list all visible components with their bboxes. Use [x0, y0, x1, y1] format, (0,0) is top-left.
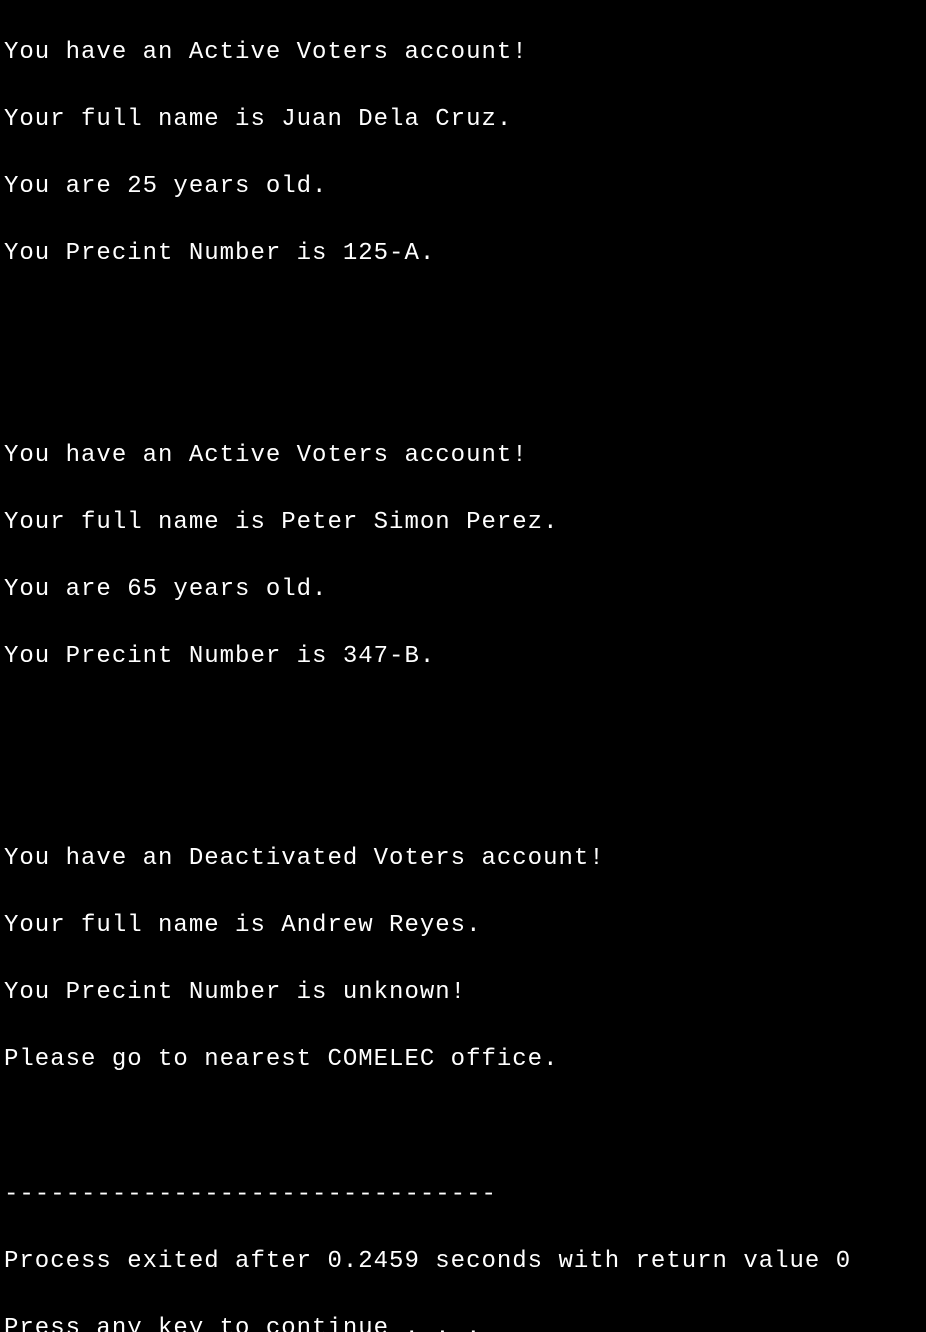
output-line: Your full name is Juan Dela Cruz.	[4, 103, 922, 137]
output-line: You Precint Number is unknown!	[4, 976, 922, 1010]
output-line: You have an Active Voters account!	[4, 439, 922, 473]
blank-line	[4, 372, 922, 406]
blank-line	[4, 775, 922, 809]
output-line: You have an Active Voters account!	[4, 36, 922, 70]
separator-line: --------------------------------	[4, 1178, 922, 1212]
output-line: Your full name is Andrew Reyes.	[4, 909, 922, 943]
output-line: You Precint Number is 347-B.	[4, 640, 922, 674]
output-line: You Precint Number is 125-A.	[4, 237, 922, 271]
console-output: You have an Active Voters account! Your …	[0, 0, 926, 1332]
output-line: Your full name is Peter Simon Perez.	[4, 506, 922, 540]
output-line: You are 25 years old.	[4, 170, 922, 204]
blank-line	[4, 304, 922, 338]
output-line: You have an Deactivated Voters account!	[4, 842, 922, 876]
blank-line	[4, 1111, 922, 1145]
output-line: You are 65 years old.	[4, 573, 922, 607]
output-line: Please go to nearest COMELEC office.	[4, 1043, 922, 1077]
blank-line	[4, 707, 922, 741]
continue-prompt[interactable]: Press any key to continue . . .	[4, 1312, 922, 1332]
exit-status-line: Process exited after 0.2459 seconds with…	[4, 1245, 922, 1279]
